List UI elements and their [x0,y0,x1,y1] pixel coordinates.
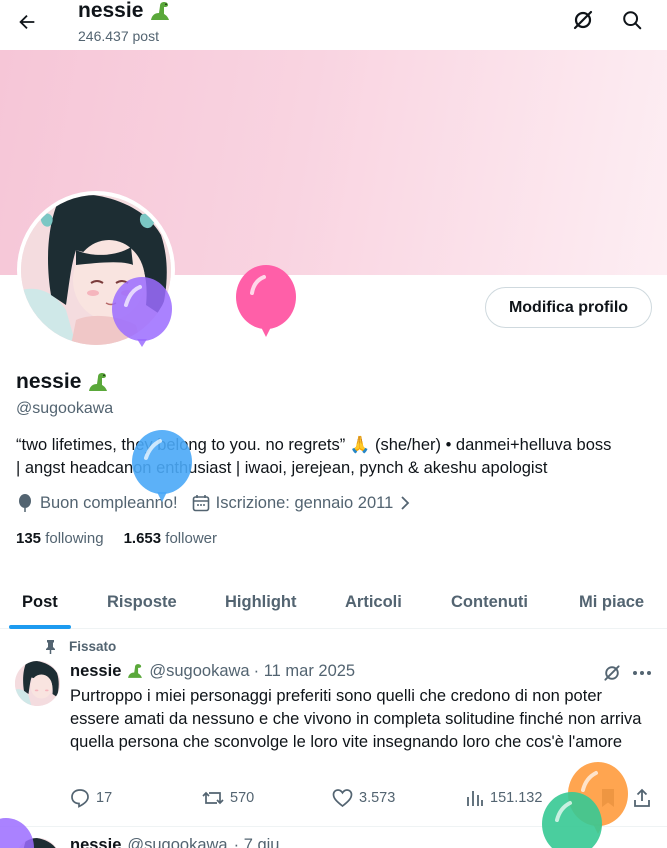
avatar-illustration [21,195,171,345]
post-text: Purtroppo i miei personaggi preferiti so… [70,687,642,751]
pin-icon [46,640,55,654]
grok-button[interactable] [568,5,598,35]
like-count: 3.573 [359,790,396,806]
like-icon [332,789,353,808]
post-author-name[interactable]: nessie [70,662,121,681]
calendar-icon [192,495,209,512]
post-date[interactable]: · 11 mar 2025 [254,662,356,681]
post-avatar[interactable] [15,661,60,706]
profile-handle: @sugookawa [16,400,114,417]
grok-icon [573,10,593,30]
reply-icon [71,789,89,808]
like-button[interactable]: 3.573 [332,788,395,808]
header-title: nessie [78,0,173,24]
bookmark-icon [602,789,614,807]
tab-highlight[interactable]: Highlight [225,575,296,629]
repost-button[interactable]: 570 [202,788,254,808]
views-icon [467,791,483,806]
post-grok-button[interactable] [600,661,624,685]
post-author-handle[interactable]: @sugookawa [149,662,249,681]
back-button[interactable] [12,7,42,37]
joined-text: Iscrizione: gennaio 2011 [215,493,394,512]
bookmark-button[interactable] [600,788,616,808]
post-header: nessie @sugookawa · 11 mar 2025 [70,661,355,681]
tab-post[interactable]: Post [22,575,58,629]
tab-contenuti[interactable]: Contenuti [451,575,528,629]
grok-icon [604,665,620,681]
following-label: following [45,530,104,547]
balloon-icon [19,494,31,512]
avatar-illustration [15,661,60,706]
post-divider [0,826,667,827]
follower-count: 1.653 [123,530,162,547]
back-arrow-icon [19,14,35,30]
share-button[interactable] [633,788,651,808]
next-post-author-name[interactable]: nessie [70,836,121,848]
pinned-text: Fissato [69,639,117,654]
bio-line: | angst headcanon enthusiast | iwaoi, je… [16,459,548,477]
search-button[interactable] [617,5,647,35]
active-tab-indicator [9,625,71,629]
dinosaur-emoji [151,2,170,20]
following-count: 135 [16,530,42,547]
pinned-label: Fissato [44,639,116,654]
profile-meta: Buon compleanno! Iscrizione: gennaio 201… [16,493,411,513]
next-post-date[interactable]: · 7 giu [234,836,280,848]
profile-name: nessie [16,369,111,395]
follower-label: follower [165,530,217,547]
repost-count: 570 [230,790,255,806]
top-bar: nessie 246.437 post [0,0,667,50]
next-post-header: nessie @sugookawa · 7 giu [70,836,279,848]
share-icon [634,788,650,807]
dinosaur-emoji [128,664,143,678]
profile-bio: “two lifetimes, they belong to you. no r… [16,434,656,480]
birthday-item: Buon compleanno! [16,493,178,513]
next-post-author-handle[interactable]: @sugookawa [127,836,227,848]
edit-profile-button[interactable]: Modifica profilo [485,287,652,328]
reply-button[interactable]: 17 [70,788,112,808]
post-more-button[interactable] [630,661,654,685]
following-link[interactable]: 135 following [16,530,104,547]
dinosaur-emoji [89,373,108,391]
followers-link[interactable]: 1.653 follower [124,530,217,547]
chevron-right-icon [401,496,410,510]
more-icon [633,671,651,675]
post-count: 246.437 post [78,28,159,44]
profile-tabs: Post Risposte Highlight Articoli Contenu… [0,575,667,629]
tab-articoli[interactable]: Articoli [345,575,402,629]
next-post-avatar[interactable] [15,838,60,848]
repost-icon [202,791,224,805]
bio-line: “two lifetimes, they belong to you. no r… [16,436,612,454]
profile-avatar[interactable] [17,191,175,349]
post-actions: 17 570 3.573 151.132 [70,788,655,814]
views-button[interactable]: 151.132 [466,788,542,808]
balloon-icon-pink [236,265,296,337]
search-icon [623,11,642,30]
header-title-text: nessie [78,0,144,22]
tab-risposte[interactable]: Risposte [107,575,177,629]
profile-name-text: nessie [16,370,82,393]
birthday-text: Buon compleanno! [40,493,178,512]
joined-item[interactable]: Iscrizione: gennaio 2011 [192,494,412,513]
follow-stats: 135 following 1.653 follower [16,530,217,547]
tab-mi-piace[interactable]: Mi piace [579,575,644,629]
views-count: 151.132 [490,790,543,806]
reply-count: 17 [96,790,113,806]
avatar-illustration [15,838,60,848]
